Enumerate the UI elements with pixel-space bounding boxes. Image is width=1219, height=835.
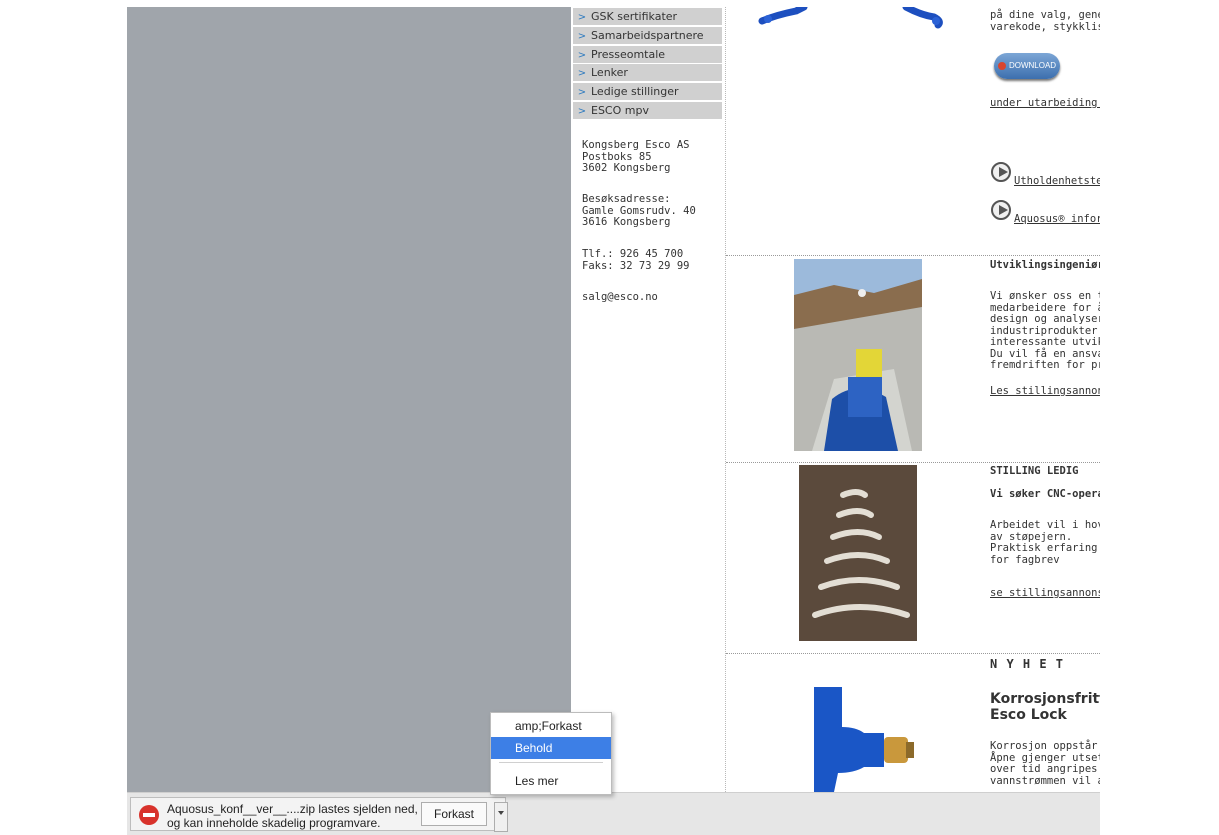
play-video-icon[interactable] <box>991 162 1011 182</box>
nav-item-samarbeidspartnere[interactable]: > Samarbeidspartnere <box>573 27 722 44</box>
job2-description: Arbeidet vil i hoveds av støpejern. Prak… <box>990 519 1100 566</box>
esco-lock-product-image <box>794 687 924 792</box>
under-preparation-link[interactable]: under utarbeiding og <box>990 97 1100 110</box>
menu-item-keep[interactable]: Behold <box>491 737 611 759</box>
nav-item-gsk-sertifikater[interactable]: > GSK sertifikater <box>573 8 722 25</box>
download-context-menu: amp;Forkast Behold Les mer <box>490 712 612 795</box>
news-description: Korrosjon oppstår le Åpne gjenger utsett… <box>990 740 1100 787</box>
download-arrow-icon <box>997 61 1006 70</box>
menu-separator <box>499 762 603 763</box>
blank-gray-area <box>127 7 571 792</box>
discard-button[interactable]: Forkast <box>421 802 487 826</box>
chevron-right-icon: > <box>577 50 587 61</box>
news-label: N Y H E T <box>990 657 1065 671</box>
download-item[interactable]: Aquosus_konf__ver__....zip lastes sjelde… <box>130 797 508 832</box>
menu-item-discard[interactable]: amp;Forkast <box>491 715 611 737</box>
chevron-down-icon[interactable] <box>494 802 508 832</box>
cnc-parts-photo <box>799 465 917 641</box>
download-bar: Aquosus_konf__ver__....zip lastes sjelde… <box>127 792 1100 835</box>
nav-item-presseomtale[interactable]: > Presseomtale <box>573 46 722 63</box>
job2-read-more-link[interactable]: se stillingsannonsen <box>990 587 1100 600</box>
download-button[interactable]: DOWNLOAD <box>994 53 1060 79</box>
download-warning-text: Aquosus_konf__ver__....zip lastes sjelde… <box>167 802 418 830</box>
sidebar: > GSK sertifikater > Samarbeidspartnere > P… <box>571 7 726 792</box>
job2-title: STILLING LEDIG <box>990 465 1079 477</box>
visit-address: Besøksadresse: Gamle Gomsrudv. 40 3616 K… <box>582 193 696 228</box>
section-divider <box>726 653 1100 654</box>
company-address: Kongsberg Esco AS Postboks 85 3602 Kongs… <box>582 139 690 174</box>
configurator-text: på dine valg, genere varekode, stykklist… <box>990 9 1100 33</box>
chevron-right-icon: > <box>577 31 587 42</box>
chevron-right-icon: > <box>577 106 587 117</box>
nav-item-esco-mpv[interactable]: > ESCO mpv <box>573 102 722 119</box>
chevron-right-icon: > <box>577 12 587 23</box>
news-title: Korrosjonsfritt Esco Lock <box>990 691 1100 723</box>
hose-product-image <box>758 7 943 29</box>
job2-subtitle: Vi søker CNC-operat <box>990 488 1100 500</box>
job1-read-more-link[interactable]: Les stillingsannonse <box>990 385 1100 398</box>
chevron-right-icon: > <box>577 87 587 98</box>
endurance-video-link[interactable]: Utholdenhetster <box>1014 175 1100 188</box>
nav-item-lenker[interactable]: > Lenker <box>573 64 722 81</box>
job1-description: Vi ønsker oss en til t medarbeidere for … <box>990 290 1100 371</box>
menu-item-learn-more[interactable]: Les mer <box>491 770 611 792</box>
phone-fax: Tlf.: 926 45 700 Faks: 32 73 29 99 <box>582 248 690 272</box>
play-video-icon[interactable] <box>991 200 1011 220</box>
nav-item-ledige-stillinger[interactable]: > Ledige stillinger <box>573 83 722 100</box>
job1-title: Utviklingsingeniører <box>990 259 1100 271</box>
blocked-icon <box>139 805 159 825</box>
chevron-right-icon: > <box>577 68 587 79</box>
aquosus-info-link[interactable]: Aquosus® infor <box>1014 213 1100 226</box>
section-divider <box>726 462 1100 463</box>
main-content: på dine valg, genere varekode, stykklist… <box>726 7 1100 792</box>
email-link[interactable]: salg@esco.no <box>582 291 658 304</box>
hydrant-photo <box>794 259 922 451</box>
section-divider <box>726 255 1100 256</box>
